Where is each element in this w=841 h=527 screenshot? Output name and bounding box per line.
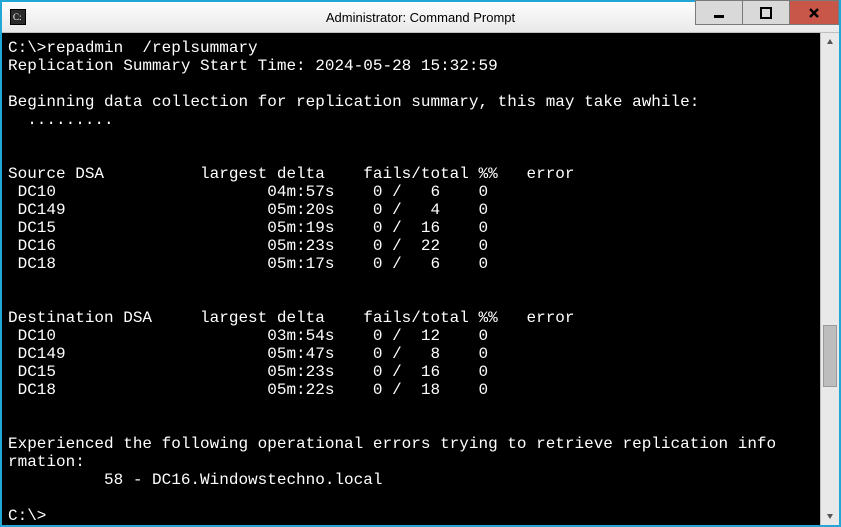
table-row: DC16 05m:23s 0 / 22 0 bbox=[8, 237, 488, 255]
table-row: DC18 05m:22s 0 / 18 0 bbox=[8, 381, 488, 399]
table-row: DC149 05m:20s 0 / 4 0 bbox=[8, 201, 488, 219]
table-row: DC10 04m:57s 0 / 6 0 bbox=[8, 183, 488, 201]
table-header: Source DSA largest delta fails/total %% … bbox=[8, 165, 575, 183]
table-row: DC18 05m:17s 0 / 6 0 bbox=[8, 255, 488, 273]
scrollbar[interactable] bbox=[820, 33, 839, 525]
prompt: C:\> bbox=[8, 39, 46, 57]
table-row: DC15 05m:19s 0 / 16 0 bbox=[8, 219, 488, 237]
terminal-output[interactable]: C:\>repadmin /replsummary Replication Su… bbox=[2, 33, 820, 525]
output-line: rmation: bbox=[8, 453, 85, 471]
output-line: Experienced the following operational er… bbox=[8, 435, 776, 453]
svg-text:C:: C: bbox=[13, 12, 22, 22]
minimize-button[interactable] bbox=[695, 0, 743, 25]
table-row: DC10 03m:54s 0 / 12 0 bbox=[8, 327, 488, 345]
close-button[interactable] bbox=[789, 0, 839, 25]
table-row: DC15 05m:23s 0 / 16 0 bbox=[8, 363, 488, 381]
output-line: ......... bbox=[8, 111, 114, 129]
prompt: C:\> bbox=[8, 507, 46, 525]
window-controls bbox=[696, 2, 839, 32]
titlebar[interactable]: C: Administrator: Command Prompt bbox=[2, 2, 839, 33]
table-row: DC149 05m:47s 0 / 8 0 bbox=[8, 345, 488, 363]
scroll-thumb[interactable] bbox=[823, 325, 837, 387]
output-line: 58 - DC16.Windowstechno.local bbox=[8, 471, 382, 489]
output-line: Beginning data collection for replicatio… bbox=[8, 93, 699, 111]
scroll-up-button[interactable] bbox=[821, 33, 839, 51]
command-text: repadmin /replsummary bbox=[46, 39, 257, 57]
maximize-button[interactable] bbox=[742, 0, 790, 25]
cmd-icon: C: bbox=[10, 9, 26, 25]
table-header: Destination DSA largest delta fails/tota… bbox=[8, 309, 575, 327]
scroll-down-button[interactable] bbox=[821, 507, 839, 525]
terminal-area: C:\>repadmin /replsummary Replication Su… bbox=[2, 33, 839, 525]
scroll-track[interactable] bbox=[821, 51, 839, 507]
output-line: Replication Summary Start Time: 2024-05-… bbox=[8, 57, 498, 75]
command-prompt-window: C: Administrator: Command Prompt C:\>rep… bbox=[0, 0, 841, 527]
